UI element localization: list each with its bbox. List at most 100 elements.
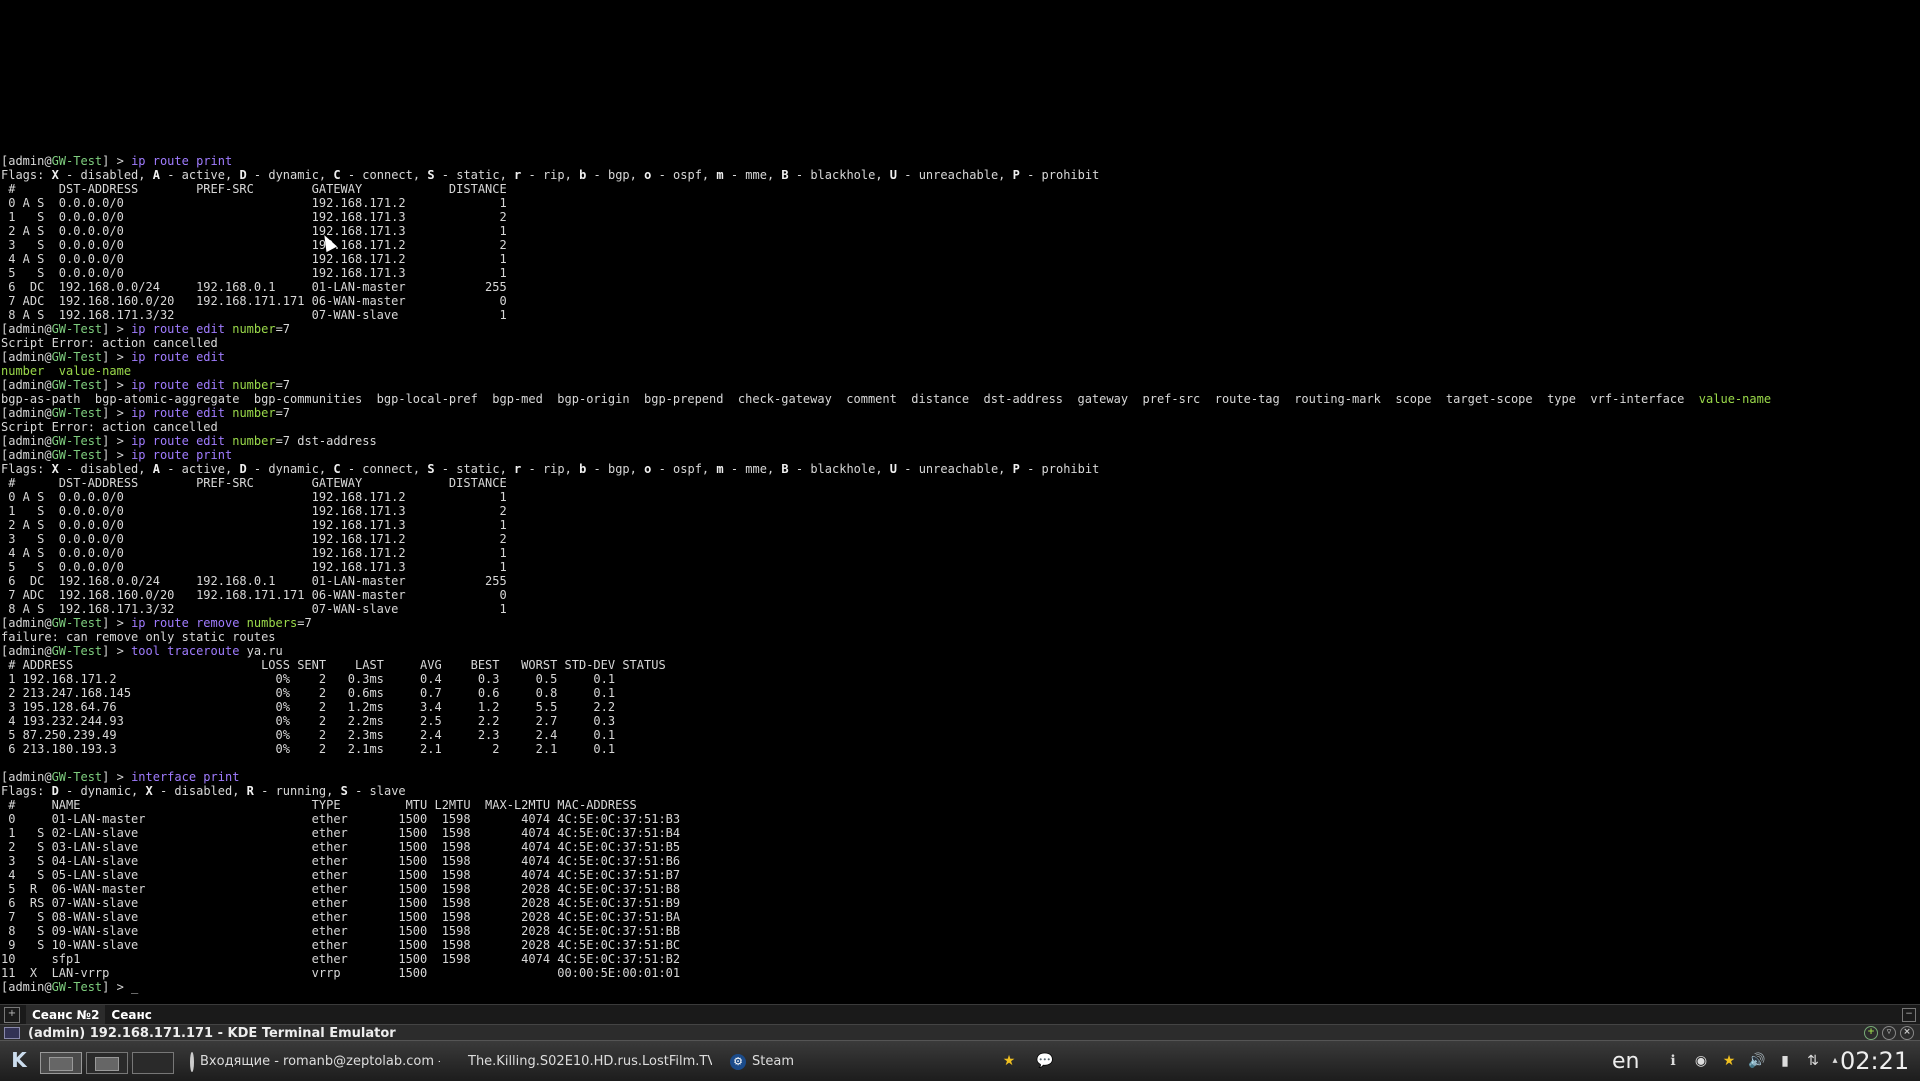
terminal-text: ] > _ (102, 980, 139, 994)
session-tab-bar: + Сеанс №2 Сеанс − (0, 1004, 1920, 1025)
terminal-line: Script Error: action cancelled (1, 336, 1911, 350)
tab-session[interactable]: Сеанс (105, 1005, 157, 1025)
terminal-line: [admin@GW-Test] > ip route print (1, 154, 1911, 168)
minimize-button[interactable]: ▿ (1882, 1026, 1896, 1040)
terminal-text: ip route remove (131, 616, 247, 630)
desktop-pager-3[interactable] (132, 1052, 174, 1074)
terminal-text: GW-Test (51, 322, 103, 336)
terminal-line: # DST-ADDRESS PREF-SRC GATEWAY DISTANCE (1, 476, 1911, 490)
task-steam[interactable]: ⚙ Steam (730, 1051, 840, 1073)
terminal-text: [admin@ (1, 378, 52, 392)
task-mail[interactable]: Входящие - romanb@zeptolab.com - Т (190, 1051, 440, 1073)
task-media[interactable]: The.Killing.S02E10.HD.rus.LostFilm.TV.m (462, 1051, 712, 1073)
terminal-line: 2 213.247.168.145 0% 2 0.6ms 0.7 0.6 0.8… (1, 686, 1911, 700)
terminal-text: D (51, 784, 59, 798)
terminal-text: 10 sfp1 ether 1500 1598 4074 4C:5E:0C:37… (1, 952, 681, 966)
keep-above-button[interactable]: + (1864, 1026, 1878, 1040)
terminal-text: - blackhole, (788, 462, 890, 476)
terminal-text: ip route (131, 154, 197, 168)
chat-icon[interactable]: 💬 (1036, 1052, 1054, 1070)
terminal-text: - mme, (723, 168, 782, 182)
terminal-text: - unreachable, (897, 168, 1013, 182)
terminal-text: 8 A S 192.168.171.3/32 07-WAN-slave 1 (1, 602, 507, 616)
terminal-text: 3 S 04-LAN-slave ether 1500 1598 4074 4C… (1, 854, 681, 868)
task-label: Steam (752, 1054, 794, 1069)
terminal-text: X (51, 462, 59, 476)
terminal-line: 2 S 03-LAN-slave ether 1500 1598 4074 4C… (1, 840, 1911, 854)
terminal-text: =7 (275, 406, 291, 420)
terminal-line: 7 ADC 192.168.160.0/20 192.168.171.171 0… (1, 294, 1911, 308)
terminal-view[interactable]: [admin@GW-Test] > ip route print Flags: X… (0, 0, 1920, 1004)
terminal-text: 5 87.250.239.49 0% 2 2.3ms 2.4 2.3 2.4 0… (1, 728, 616, 742)
terminal-text: 2 213.247.168.145 0% 2 0.6ms 0.7 0.6 0.8… (1, 686, 616, 700)
terminal-text: - mme, (723, 462, 782, 476)
terminal-text: - static, (434, 168, 515, 182)
terminal-text: 7 ADC 192.168.160.0/20 192.168.171.171 0… (1, 294, 507, 308)
terminal-text: - disabled, (58, 168, 153, 182)
favorites-icon[interactable]: ★ (1000, 1052, 1018, 1070)
desktop-pager-1[interactable] (40, 1052, 82, 1074)
terminal-text: - bgp, (586, 462, 645, 476)
info-icon[interactable]: ℹ (1664, 1052, 1682, 1070)
terminal-text: GW-Test (51, 616, 103, 630)
terminal-line: Flags: D - dynamic, X - disabled, R - ru… (1, 784, 1911, 798)
terminal-text: - bgp, (586, 168, 645, 182)
terminal-text: number (232, 406, 276, 420)
terminal-text: ] > (102, 770, 132, 784)
terminal-line: 1 S 02-LAN-slave ether 1500 1598 4074 4C… (1, 826, 1911, 840)
terminal-text: 1 S 0.0.0.0/0 192.168.171.3 2 (1, 210, 507, 224)
terminal-line: 2 A S 0.0.0.0/0 192.168.171.3 1 (1, 518, 1911, 532)
terminal-line: 9 S 10-WAN-slave ether 1500 1598 2028 4C… (1, 938, 1911, 952)
terminal-text: C (333, 168, 341, 182)
terminal-text: - connect, (340, 168, 428, 182)
clock[interactable]: 02:21 (1840, 1045, 1909, 1077)
terminal-text: R (246, 784, 254, 798)
terminal-app-icon (4, 1027, 20, 1039)
terminal-text: 2 S 03-LAN-slave ether 1500 1598 4074 4C… (1, 840, 681, 854)
terminal-text: S (427, 168, 435, 182)
terminal-text: [admin@ (1, 350, 52, 364)
terminal-text: GW-Test (51, 154, 103, 168)
terminal-line: 7 S 08-WAN-slave ether 1500 1598 2028 4C… (1, 910, 1911, 924)
terminal-text: ] > (102, 448, 132, 462)
new-session-icon[interactable]: + (4, 1007, 20, 1023)
terminal-line: 2 A S 0.0.0.0/0 192.168.171.3 1 (1, 224, 1911, 238)
terminal-text: ip route edit (131, 406, 233, 420)
volume-icon[interactable]: 🔊 (1748, 1052, 1766, 1070)
terminal-text: [admin@ (1, 406, 52, 420)
network-icon[interactable]: ⇅ (1804, 1052, 1822, 1070)
terminal-text: 6 RS 07-WAN-slave ether 1500 1598 2028 4… (1, 896, 681, 910)
desktop-pager-2[interactable] (86, 1052, 128, 1074)
keyboard-layout[interactable]: en (1612, 1047, 1639, 1077)
terminal-line: 6 RS 07-WAN-slave ether 1500 1598 2028 4… (1, 896, 1911, 910)
terminal-line: 1 192.168.171.2 0% 2 0.3ms 0.4 0.3 0.5 0… (1, 672, 1911, 686)
terminal-text: GW-Test (51, 378, 103, 392)
tab-session-2[interactable]: Сеанс №2 (26, 1005, 106, 1025)
terminal-text: ] > (102, 406, 132, 420)
terminal-line: 5 R 06-WAN-master ether 1500 1598 2028 4… (1, 882, 1911, 896)
terminal-text: [admin@ (1, 644, 52, 658)
battery-icon[interactable]: ▮ (1776, 1052, 1794, 1070)
kde-menu-icon[interactable]: K (8, 1049, 30, 1071)
terminal-text: A (152, 462, 160, 476)
task-label: Входящие - romanb@zeptolab.com - Т (200, 1054, 440, 1069)
terminal-text: 1 192.168.171.2 0% 2 0.3ms 0.4 0.3 0.5 0… (1, 672, 616, 686)
terminal-text: m (716, 462, 724, 476)
steam-icon: ⚙ (730, 1054, 746, 1070)
terminal-text: - disabled, (58, 462, 153, 476)
close-button[interactable]: × (1900, 1026, 1914, 1040)
terminal-line: [admin@GW-Test] > ip route remove number… (1, 616, 1911, 630)
terminal-line: bgp-as-path bgp-atomic-aggregate bgp-com… (1, 392, 1911, 406)
terminal-text: 1 S 02-LAN-slave ether 1500 1598 4074 4C… (1, 826, 681, 840)
terminal-text: =7 (275, 322, 291, 336)
steam-tray-icon[interactable]: ◉ (1692, 1052, 1710, 1070)
window-titlebar[interactable]: (admin) 192.168.171.171 - KDE Terminal E… (0, 1024, 1920, 1041)
task-label: The.Killing.S02E10.HD.rus.LostFilm.TV.m (468, 1054, 712, 1069)
terminal-text: - blackhole, (788, 168, 890, 182)
close-session-icon[interactable]: − (1902, 1008, 1916, 1022)
terminal-text: 5 R 06-WAN-master ether 1500 1598 2028 4… (1, 882, 681, 896)
terminal-text: interface print (131, 770, 240, 784)
star-tray-icon[interactable]: ★ (1720, 1052, 1738, 1070)
terminal-text: S (427, 462, 435, 476)
terminal-text: - rip, (521, 168, 580, 182)
